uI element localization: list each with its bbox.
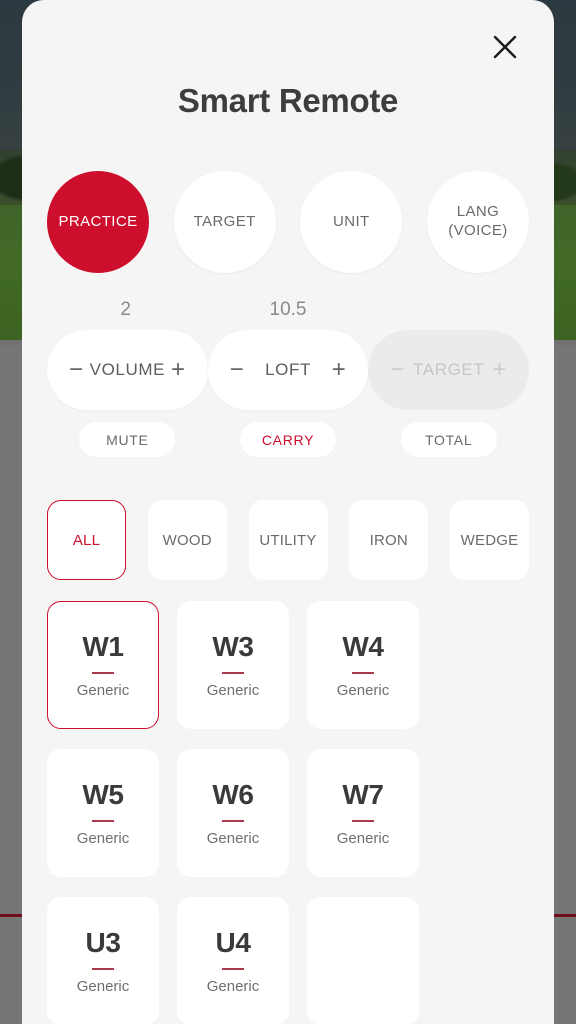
volume-increment-icon[interactable]: +	[171, 358, 186, 382]
club-subtitle: Generic	[206, 978, 260, 995]
club-subtitle: Generic	[76, 830, 130, 847]
target-stepper: − TARGET +	[368, 330, 530, 410]
mute-slot: MUTE	[47, 422, 208, 457]
club-category-filter: ALL WOOD UTILITY IRON WEDGE	[22, 500, 554, 580]
club-divider	[222, 820, 244, 822]
club-name: W7	[342, 779, 384, 810]
mode-button-group: PRACTICE TARGET UNIT LANG (VOICE)	[22, 171, 554, 273]
smart-remote-modal: Smart Remote PRACTICE TARGET UNIT LANG (…	[22, 0, 554, 1024]
club-name: U4	[215, 927, 251, 958]
total-button[interactable]: TOTAL	[400, 422, 497, 457]
mode-label: TARGET	[193, 212, 256, 230]
total-slot: TOTAL	[368, 422, 529, 457]
close-button[interactable]	[484, 26, 526, 68]
club-subtitle: Generic	[336, 830, 390, 847]
category-chip-utility[interactable]: UTILITY	[248, 500, 328, 580]
category-chip-iron[interactable]: IRON	[349, 500, 429, 580]
club-card[interactable]: W7 Generic	[307, 749, 419, 877]
loft-decrement-icon[interactable]: −	[230, 358, 245, 382]
mode-button-lang-voice[interactable]: LANG (VOICE)	[426, 171, 529, 273]
category-label: ALL	[72, 531, 101, 549]
stepper-value-row: 2 10.5	[22, 299, 554, 321]
club-name: W3	[212, 631, 254, 662]
category-label: WOOD	[162, 531, 212, 549]
carry-label: CARRY	[261, 431, 315, 448]
mode-button-practice[interactable]: PRACTICE	[47, 171, 149, 273]
club-subtitle: Generic	[206, 830, 260, 847]
loft-increment-icon[interactable]: +	[332, 358, 347, 382]
club-name: W1	[82, 631, 124, 662]
target-decrement-icon: −	[390, 356, 405, 383]
club-card[interactable]: W1 Generic	[47, 601, 159, 729]
volume-decrement-icon[interactable]: −	[69, 358, 84, 382]
mode-label: LANG (VOICE)	[448, 203, 507, 241]
category-label: WEDGE	[460, 531, 519, 549]
mode-label: UNIT	[333, 212, 370, 230]
club-subtitle: Generic	[76, 978, 130, 995]
club-divider	[92, 672, 114, 674]
category-chip-wood[interactable]: WOOD	[147, 500, 227, 580]
club-divider	[352, 672, 374, 674]
category-chip-wedge[interactable]: WEDGE	[450, 500, 529, 580]
club-subtitle: Generic	[206, 682, 260, 699]
club-card[interactable]: W4 Generic	[307, 601, 419, 729]
mode-button-target[interactable]: TARGET	[173, 171, 276, 273]
club-divider	[92, 968, 114, 970]
page-title: Smart Remote	[177, 82, 399, 119]
target-label: TARGET	[413, 360, 485, 379]
club-divider	[222, 968, 244, 970]
category-label: UTILITY	[259, 531, 317, 549]
club-subtitle: Generic	[336, 682, 390, 699]
club-name: W6	[212, 779, 254, 810]
volume-label: VOLUME	[89, 360, 166, 379]
loft-stepper[interactable]: − LOFT +	[207, 330, 369, 410]
club-card[interactable]: W3 Generic	[177, 601, 289, 729]
club-card[interactable]	[307, 897, 419, 1024]
club-divider	[352, 820, 374, 822]
loft-value: 10.5	[269, 299, 307, 320]
sub-pill-row: MUTE CARRY TOTAL	[22, 422, 554, 457]
club-name: U3	[85, 927, 121, 958]
loft-label: LOFT	[265, 360, 311, 379]
carry-slot: CARRY	[208, 422, 369, 457]
club-card[interactable]: U4 Generic	[177, 897, 289, 1024]
club-subtitle: Generic	[76, 682, 130, 699]
mode-label: PRACTICE	[58, 212, 138, 230]
mute-label: MUTE	[106, 431, 149, 448]
club-divider	[92, 820, 114, 822]
carry-button[interactable]: CARRY	[240, 422, 336, 457]
club-divider	[222, 672, 244, 674]
club-name: W4	[342, 631, 384, 662]
volume-stepper[interactable]: − VOLUME +	[47, 330, 208, 410]
stepper-row: − VOLUME + − LOFT + − TARGET +	[22, 330, 554, 410]
mode-label-line1: LANG	[456, 203, 500, 221]
club-grid: W1 Generic W3 Generic W4 Generic W5 Generic W6 Ge…	[22, 601, 554, 1024]
mute-button[interactable]: MUTE	[79, 422, 176, 457]
mode-button-unit[interactable]: UNIT	[300, 171, 403, 273]
category-label: IRON	[369, 531, 408, 549]
club-card[interactable]: W6 Generic	[177, 749, 289, 877]
target-increment-icon: +	[492, 356, 508, 383]
close-icon	[491, 33, 519, 61]
club-card[interactable]: U3 Generic	[47, 897, 159, 1024]
mode-label-line2: (VOICE)	[448, 222, 508, 239]
total-label: TOTAL	[425, 431, 473, 448]
volume-value: 2	[120, 299, 131, 320]
category-chip-all[interactable]: ALL	[47, 500, 126, 580]
club-name: W5	[82, 779, 124, 810]
club-card[interactable]: W5 Generic	[47, 749, 159, 877]
target-value	[372, 299, 529, 321]
